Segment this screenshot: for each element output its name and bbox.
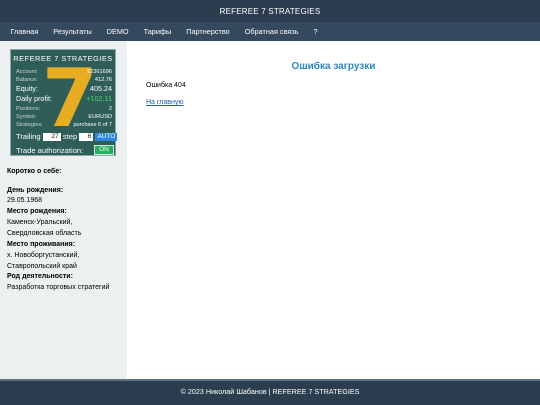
trailing-row: Trailing 27 step 6 AUTO (16, 132, 118, 141)
birthplace-value-line1: Каменск-Уральский, (7, 219, 73, 226)
equity-row: Equity: 405.24 (16, 85, 112, 93)
balance-row: Balance: 412.76 (16, 76, 112, 84)
main-nav: Главная Результаты DEMO Тарифы Партнерст… (0, 22, 540, 41)
daily-profit-label: Daily profit: (16, 94, 52, 103)
account-widget: REFEREE 7 STRATEGIES 7 Account: 52361696… (10, 49, 118, 156)
about-heading: Коротко о себе: (7, 168, 62, 175)
site-title: REFEREE 7 STRATEGIES (219, 7, 321, 16)
birthday-label: День рождения: (7, 187, 64, 194)
positions-row: Positions: 2 (16, 105, 112, 113)
trailing-input[interactable]: 27 (42, 133, 61, 141)
footer: © 2023 Николай Шабанов | REFEREE 7 STRAT… (0, 379, 540, 405)
nav-item-home[interactable]: Главная (3, 22, 46, 41)
residence-value-line2: Ставропольский край (7, 263, 77, 270)
nav-item-results[interactable]: Результаты (46, 22, 99, 41)
footer-copyright: © 2023 Николай Шабанов | REFEREE 7 STRAT… (180, 387, 360, 396)
symbol-row: Symbol: EURUSD (16, 113, 112, 121)
top-header-bar: REFEREE 7 STRATEGIES (0, 0, 540, 22)
activity-value: Разработка торговых стратегий (7, 284, 110, 291)
balance-value: 412.76 (94, 77, 112, 83)
daily-profit-value: +102.11 (86, 94, 112, 103)
symbol-value: EURUSD (88, 114, 112, 120)
nav-item-help[interactable]: ? (306, 22, 325, 41)
main-content: Ошибка загрузки Ошибка 404 На главную (127, 41, 540, 379)
strategies-row: Strategies: purchase 6 of 7 (16, 121, 112, 129)
birthplace-value-line2: Свердловская область (7, 230, 82, 237)
trade-authorization-toggle[interactable]: ON (94, 145, 114, 155)
equity-label: Equity: (16, 84, 38, 93)
home-link[interactable]: На главную (146, 99, 184, 106)
error-code: Ошибка 404 (146, 82, 186, 89)
nav-item-tariffs[interactable]: Тарифы (136, 22, 179, 41)
error-title: Ошибка загрузки (291, 61, 376, 72)
balance-label: Balance: (16, 77, 38, 83)
account-row: Account: 52361696 (16, 68, 112, 76)
account-value: 52361696 (87, 69, 112, 75)
daily-profit-row: Daily profit: +102.11 (16, 95, 112, 103)
step-label: step (62, 132, 78, 141)
symbol-label: Symbol: (16, 114, 37, 120)
trade-authorization-label: Trade authorization: (16, 146, 84, 155)
residence-label: Место проживания: (7, 241, 76, 248)
sidebar: REFEREE 7 STRATEGIES 7 Account: 52361696… (0, 41, 127, 379)
positions-label: Positions: (16, 106, 41, 112)
birthplace-label: Место рождения: (7, 208, 67, 215)
nav-item-demo[interactable]: DEMO (99, 22, 136, 41)
activity-label: Род деятельности: (7, 273, 73, 280)
residence-value-line1: х. Новоборгустанский, (7, 252, 80, 259)
strategies-label: Strategies: (16, 122, 43, 128)
strategies-value: purchase 6 of 7 (73, 122, 112, 128)
positions-value: 2 (108, 106, 112, 112)
nav-item-feedback[interactable]: Обратная связь (237, 22, 306, 41)
account-label: Account: (16, 69, 38, 75)
auto-button[interactable]: AUTO (95, 133, 118, 141)
birthday-value: 29.05.1968 (7, 197, 43, 204)
step-input[interactable]: 6 (79, 133, 94, 141)
equity-value: 405.24 (90, 84, 112, 93)
trailing-label: Trailing (16, 132, 41, 141)
nav-item-partnership[interactable]: Партнерство (179, 22, 238, 41)
